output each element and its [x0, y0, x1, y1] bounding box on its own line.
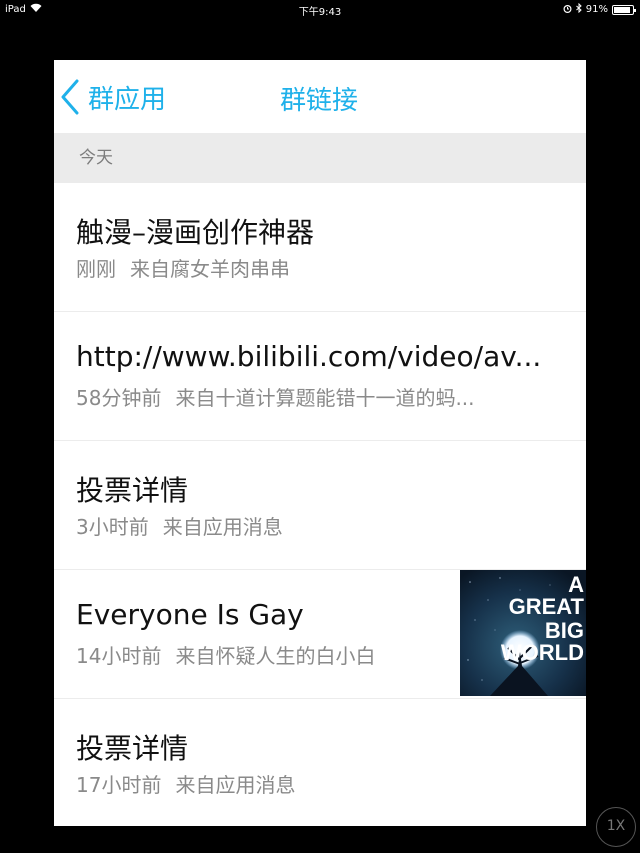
status-bar: iPad 下午9:43 91%	[0, 0, 640, 18]
album-cover-text: BIG	[544, 618, 584, 643]
item-title: 触漫–漫画创作神器	[76, 216, 315, 249]
list-item[interactable]: 触漫–漫画创作神器 刚刚 来自腐女羊肉串串	[54, 183, 586, 312]
album-cover-text: GREAT	[508, 594, 584, 619]
clock: 下午9:43	[298, 7, 342, 18]
alarm-icon	[563, 4, 572, 16]
list-item[interactable]: 投票详情 17小时前 来自应用消息	[54, 699, 586, 826]
item-title: Everyone Is Gay	[76, 598, 304, 631]
album-cover-text: WORLD	[500, 640, 584, 665]
item-subtitle: 17小时前 来自应用消息	[76, 769, 295, 798]
section-header-today: 今天	[54, 133, 586, 183]
item-title: 投票详情	[76, 474, 189, 507]
item-source: 来自应用消息	[175, 773, 296, 797]
item-time: 58分钟前	[76, 386, 162, 410]
nav-bar: 群应用 群链接	[54, 60, 586, 133]
item-time: 14小时前	[76, 644, 162, 668]
page-title: 群链接	[279, 86, 358, 116]
item-title: http://www.bilibili.com/video/av...	[76, 340, 542, 373]
album-cover-text: A	[568, 572, 584, 597]
zoom-button[interactable]: 1X	[596, 807, 636, 847]
list-item[interactable]: Everyone Is Gay 14小时前 来自怀疑人生的白小白 A GREAT…	[54, 570, 586, 699]
item-time: 3小时前	[76, 515, 149, 539]
list-item[interactable]: 投票详情 3小时前 来自应用消息	[54, 441, 586, 570]
item-time: 刚刚	[76, 257, 116, 281]
battery-icon	[612, 4, 636, 15]
item-title: 投票详情	[76, 732, 189, 765]
battery-level	[614, 6, 631, 13]
item-subtitle: 14小时前 来自怀疑人生的白小白	[76, 640, 375, 669]
item-subtitle: 58分钟前 来自十道计算题能错十一道的蚂...	[76, 382, 475, 411]
item-source: 来自应用消息	[162, 515, 283, 539]
item-source: 来自十道计算题能错十一道的蚂...	[175, 386, 475, 410]
item-subtitle: 3小时前 来自应用消息	[76, 511, 283, 540]
item-time: 17小时前	[76, 773, 162, 797]
item-source: 来自腐女羊肉串串	[130, 257, 290, 281]
bluetooth-icon	[575, 2, 582, 16]
item-subtitle: 刚刚 来自腐女羊肉串串	[76, 253, 290, 282]
battery-percent: 91%	[585, 4, 608, 15]
item-source: 来自怀疑人生的白小白	[175, 644, 376, 668]
album-cover-thumbnail: A GREAT BIG WORLD	[460, 570, 586, 696]
list-item[interactable]: http://www.bilibili.com/video/av... 58分钟…	[54, 312, 586, 441]
app-window: 群应用 群链接 今天 触漫–漫画创作神器 刚刚 来自腐女羊肉串串 http://w…	[54, 60, 586, 826]
link-list: 触漫–漫画创作神器 刚刚 来自腐女羊肉串串 http://www.bilibili…	[54, 183, 586, 826]
